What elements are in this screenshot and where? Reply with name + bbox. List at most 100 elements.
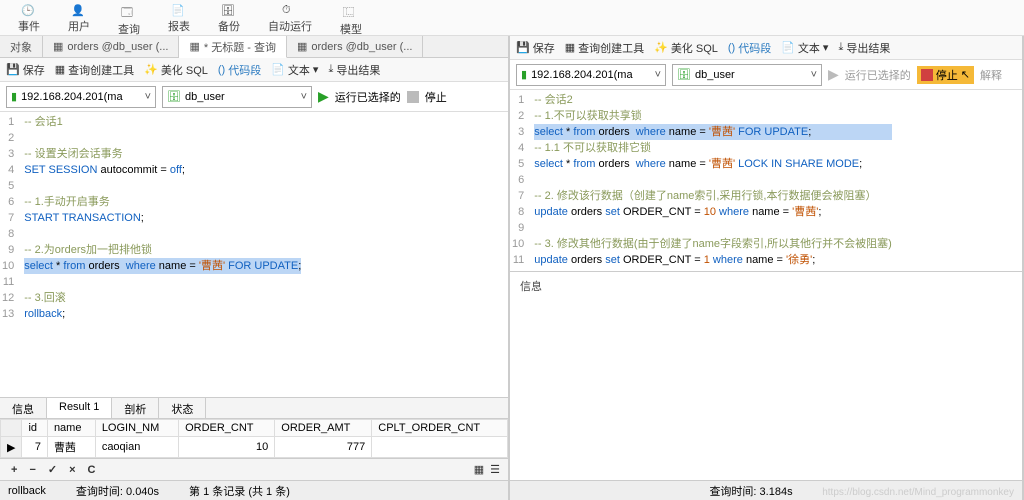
stop-icon (921, 69, 933, 81)
right-sql-editor[interactable]: 1234567891011 -- 会话2-- 1.不可以获取共享锁select … (510, 90, 1022, 271)
table-icon: ▦ (53, 40, 63, 53)
tab-orders-1[interactable]: ▦orders @db_user (... (43, 36, 179, 57)
add-row-button[interactable]: + (8, 464, 20, 476)
chevron-down-icon: ˅ (301, 91, 307, 103)
status-sql: rollback (8, 485, 46, 497)
qb-icon: ▦ (565, 41, 575, 54)
left-grid-footer: + − ✓ × C ▦ ☰ (0, 458, 508, 480)
export-icon: ⤓ (838, 41, 843, 54)
query-builder-button[interactable]: ▦查询创建工具 (55, 62, 134, 78)
wand-icon: ✨ (144, 63, 158, 76)
row-indicator-icon: ▶ (1, 437, 22, 458)
save-button[interactable]: 💾保存 (6, 62, 45, 78)
chevron-down-icon: ˅ (811, 69, 817, 81)
save-button[interactable]: 💾保存 (516, 40, 555, 56)
right-code[interactable]: -- 会话2-- 1.不可以获取共享锁select * from orders … (530, 90, 896, 271)
query-icon: ▦ (189, 40, 199, 53)
export-button[interactable]: ⤓导出结果 (328, 62, 380, 78)
database-combo[interactable]: 🗄db_user˅ (162, 86, 312, 108)
right-subtoolbar: 💾保存 ▦查询创建工具 ✨美化 SQL ()代码段 📄文本 ▾ ⤓导出结果 (510, 36, 1022, 60)
left-gutter: 12345678910111213 (0, 112, 20, 397)
split-panes: 对象 ▦orders @db_user (... ▦* 无标题 - 查询 ▦or… (0, 36, 1024, 500)
message-panel: 信息 (510, 271, 1022, 300)
rtab-result1[interactable]: Result 1 (47, 398, 112, 418)
wand-icon: ✨ (654, 41, 668, 54)
grid-view-icon[interactable]: ▦ (474, 463, 484, 476)
run-label: 运行已选择的 (845, 67, 911, 83)
run-label: 运行已选择的 (335, 89, 401, 105)
status-query-time: 查询时间: 3.184s (709, 483, 792, 499)
refresh-button[interactable]: C (85, 464, 99, 476)
delete-row-button[interactable]: − (26, 464, 38, 476)
stop-button[interactable] (407, 91, 419, 103)
grid-row[interactable]: ▶ 7 曹茜 caoqian 10 777 (1, 437, 508, 458)
grid-header-row: idnameLOGIN_NMORDER_CNTORDER_AMTCPLT_ORD… (1, 420, 508, 437)
left-tabstrip: 对象 ▦orders @db_user (... ▦* 无标题 - 查询 ▦or… (0, 36, 508, 58)
left-code[interactable]: -- 会话1-- 设置关闭会话事务SET SESSION autocommit … (20, 112, 305, 397)
chevron-down-icon: ˅ (145, 91, 151, 103)
beautify-button[interactable]: ✨美化 SQL (144, 62, 208, 78)
rtab-status[interactable]: 状态 (159, 398, 206, 418)
run-button[interactable]: ▶ (318, 88, 329, 105)
tab-untitled-query[interactable]: ▦* 无标题 - 查询 (179, 36, 287, 58)
left-result-tabs: 信息 Result 1 剖析 状态 (0, 397, 508, 419)
main-toolbar: 🕒事件 👤用户 🗔查询 📄报表 🗄备份 ⏱自动运行 ⿺模型 (0, 0, 1024, 36)
toolbar-schedule[interactable]: ⏱自动运行 (254, 2, 326, 33)
cancel-button[interactable]: × (66, 464, 78, 476)
qb-icon: ▦ (55, 63, 65, 76)
db-icon: 🗄 (167, 90, 181, 103)
status-record-count: 第 1 条记录 (共 1 条) (189, 483, 290, 499)
status-query-time: 查询时间: 0.040s (76, 483, 159, 499)
export-icon: ⤓ (328, 63, 333, 76)
stop-button-active[interactable]: 停止 ↖ (917, 66, 974, 84)
save-icon: 💾 (6, 63, 20, 76)
query-builder-button[interactable]: ▦查询创建工具 (565, 40, 644, 56)
table-icon: ▦ (297, 40, 307, 53)
model-icon: ⿺ (343, 4, 359, 20)
app-root: 🕒事件 👤用户 🗔查询 📄报表 🗄备份 ⏱自动运行 ⿺模型 对象 ▦orders… (0, 0, 1024, 500)
snippets-button[interactable]: ()代码段 (218, 62, 261, 78)
right-connection-row: ▮192.168.204.201(ma˅ 🗄db_user˅ ▶ 运行已选择的 … (510, 60, 1022, 90)
user-icon: 👤 (71, 4, 87, 17)
export-button[interactable]: ⤓导出结果 (838, 40, 890, 56)
left-connection-row: ▮192.168.204.201(ma˅ 🗄db_user˅ ▶ 运行已选择的 … (0, 82, 508, 112)
toolbar-query[interactable]: 🗔查询 (104, 2, 154, 33)
chevron-down-icon: ˅ (655, 69, 661, 81)
toolbar-events[interactable]: 🕒事件 (4, 2, 54, 33)
left-sql-editor[interactable]: 12345678910111213 -- 会话1-- 设置关闭会话事务SET S… (0, 112, 508, 397)
toolbar-users[interactable]: 👤用户 (54, 2, 104, 33)
result-grid[interactable]: idnameLOGIN_NMORDER_CNTORDER_AMTCPLT_ORD… (0, 419, 508, 458)
save-icon: 💾 (516, 41, 530, 54)
text-button[interactable]: 📄文本 ▾ (271, 62, 318, 78)
right-gutter: 1234567891011 (510, 90, 530, 271)
tab-objects[interactable]: 对象 (0, 36, 43, 57)
toolbar-backup[interactable]: 🗄备份 (204, 2, 254, 33)
left-statusbar: rollback 查询时间: 0.040s 第 1 条记录 (共 1 条) (0, 480, 508, 500)
toolbar-model[interactable]: ⿺模型 (326, 2, 376, 33)
right-pane: 💾保存 ▦查询创建工具 ✨美化 SQL ()代码段 📄文本 ▾ ⤓导出结果 ▮1… (510, 36, 1024, 500)
server-combo[interactable]: ▮192.168.204.201(ma˅ (516, 64, 666, 86)
rtab-profile[interactable]: 剖析 (112, 398, 159, 418)
server-combo[interactable]: ▮192.168.204.201(ma˅ (6, 86, 156, 108)
tab-orders-2[interactable]: ▦orders @db_user (... (287, 36, 423, 57)
doc-icon: 📄 (271, 63, 285, 76)
message-label: 信息 (520, 281, 542, 293)
apply-button[interactable]: ✓ (45, 463, 60, 476)
doc-icon: 📄 (781, 41, 795, 54)
form-view-icon[interactable]: ☰ (490, 463, 500, 476)
rtab-info[interactable]: 信息 (0, 398, 47, 418)
server-icon: ▮ (11, 90, 17, 103)
snippets-button[interactable]: ()代码段 (728, 40, 771, 56)
left-subtoolbar: 💾保存 ▦查询创建工具 ✨美化 SQL ()代码段 📄文本 ▾ ⤓导出结果 (0, 58, 508, 82)
watermark: https://blog.csdn.net/Mind_programmonkey (822, 487, 1014, 498)
explain-label[interactable]: 解释 (980, 67, 1002, 83)
report-icon: 📄 (171, 4, 187, 17)
db-icon: 🗄 (677, 68, 691, 81)
run-button[interactable]: ▶ (828, 66, 839, 83)
toolbar-reports[interactable]: 📄报表 (154, 2, 204, 33)
text-button[interactable]: 📄文本 ▾ (781, 40, 828, 56)
database-combo[interactable]: 🗄db_user˅ (672, 64, 822, 86)
backup-icon: 🗄 (221, 4, 237, 17)
schedule-icon: ⏱ (282, 4, 298, 17)
beautify-button[interactable]: ✨美化 SQL (654, 40, 718, 56)
